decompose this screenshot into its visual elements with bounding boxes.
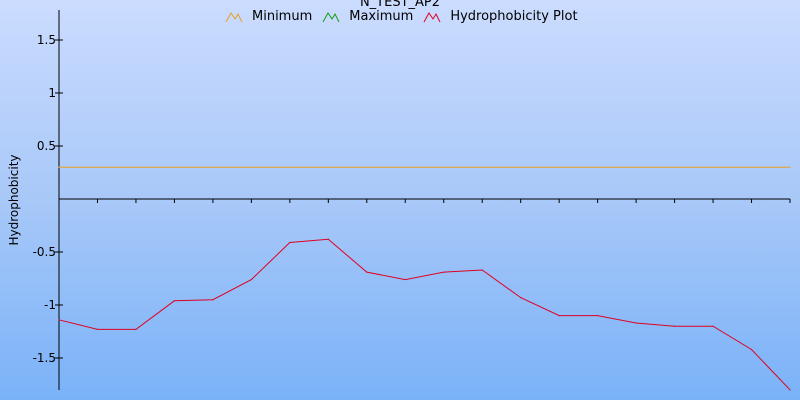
series-layer	[58, 166, 791, 391]
y-tick-label: -1.5	[33, 351, 56, 365]
data-point-hydrophobicity-plot	[327, 238, 329, 240]
data-point-hydrophobicity-plot	[173, 300, 176, 302]
data-point-hydrophobicity-plot	[289, 241, 291, 244]
y-tick-label: 1.5	[37, 33, 56, 47]
data-point-minimum	[58, 166, 60, 168]
data-point-hydrophobicity-plot	[96, 328, 99, 330]
y-tick-label: 1	[48, 86, 56, 100]
data-point-hydrophobicity-plot	[635, 322, 637, 324]
data-point-hydrophobicity-plot	[481, 269, 483, 271]
data-point-hydrophobicity-plot	[712, 325, 714, 327]
data-point-hydrophobicity-plot	[212, 299, 214, 301]
data-point-hydrophobicity-plot	[135, 328, 137, 330]
chart-canvas: 1.5 1 0.5 -0.5 -1 -1.5	[33, 10, 791, 391]
y-tick-label: 0.5	[37, 139, 56, 153]
series-line-hydrophobicity-plot	[58, 238, 791, 391]
data-point-hydrophobicity-plot	[520, 296, 522, 299]
data-point-hydrophobicity-plot	[404, 278, 406, 281]
data-point-hydrophobicity-plot	[366, 271, 368, 273]
y-tick-label: -1	[44, 298, 56, 312]
data-point-minimum	[789, 166, 791, 168]
data-point-hydrophobicity-plot	[597, 315, 599, 317]
data-point-hydrophobicity-plot	[58, 319, 60, 321]
data-point-hydrophobicity-plot	[789, 389, 791, 391]
data-point-hydrophobicity-plot	[250, 278, 252, 281]
y-tick-label: -0.5	[33, 245, 56, 259]
data-point-hydrophobicity-plot	[443, 271, 445, 273]
data-point-hydrophobicity-plot	[558, 315, 560, 317]
axes: 1.5 1 0.5 -0.5 -1 -1.5	[33, 10, 791, 390]
data-point-hydrophobicity-plot	[750, 348, 753, 351]
data-point-hydrophobicity-plot	[673, 325, 676, 327]
